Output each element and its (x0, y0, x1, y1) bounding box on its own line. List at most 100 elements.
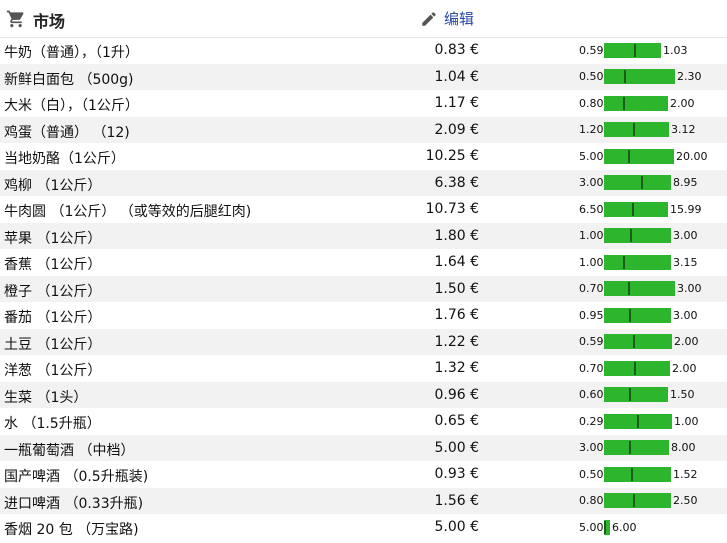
average-marker (624, 70, 626, 83)
edit-label: 编辑 (444, 10, 475, 28)
table-row: 橙子 （1公斤） 1.50 € 0.70 3.00 (0, 275, 727, 302)
range-max: 1.03 (663, 43, 688, 57)
table-row: 新鲜白面包 （500g) 1.04 € 0.50 2.30 (0, 63, 727, 90)
item-price: 10.25 € (425, 148, 479, 164)
range-max: 15.99 (670, 202, 702, 216)
range-bar (604, 334, 672, 349)
average-marker (634, 361, 636, 375)
item-price: 10.73 € (425, 201, 479, 217)
item-price: 1.64 € (434, 254, 479, 270)
average-marker (633, 335, 635, 348)
price-range: 1.00 3.00 (579, 223, 698, 249)
average-marker (628, 149, 630, 163)
item-name: 生菜 （1头） (4, 389, 88, 406)
price-range: 0.80 2.00 (579, 90, 695, 116)
range-min: 0.95 (579, 308, 604, 322)
item-price: 1.32 € (434, 360, 479, 376)
item-name: 香蕉 （1公斤） (4, 257, 102, 273)
table-row: 进口啤酒 （0.33升瓶) 1.56 € 0.80 2.50 (0, 487, 727, 514)
item-price: 0.96 € (434, 386, 479, 403)
range-max: 1.50 (670, 388, 695, 401)
item-price: 0.65 € (434, 413, 479, 429)
item-name: 进口啤酒 （0.33升瓶) (4, 495, 144, 512)
table-row: 洋葱 （1公斤） 1.32 € 0.70 2.00 (0, 355, 727, 382)
price-range: 0.59 1.03 (579, 37, 688, 63)
range-min: 5.00 (579, 149, 604, 163)
range-bar (604, 122, 669, 137)
table-row: 牛奶（普通），（1升） 0.83 € 0.59 1.03 (0, 37, 727, 64)
table-row: 国产啤酒 （0.5升瓶装) 0.93 € 0.50 1.52 (0, 461, 727, 488)
range-max: 1.52 (673, 467, 698, 481)
table-row: 当地奶酪（1公斤） 10.25 € 5.00 20.00 (0, 143, 727, 170)
item-name: 国产啤酒 （0.5升瓶装) (4, 469, 149, 485)
average-marker (628, 282, 630, 295)
range-min: 0.70 (579, 361, 604, 375)
item-name: 鸡蛋（普通） （12) (4, 124, 130, 141)
average-marker (629, 388, 631, 401)
table-row: 大米（白），（1公斤） 1.17 € 0.80 2.00 (0, 90, 727, 117)
item-name: 牛奶（普通），（1升） (4, 45, 139, 61)
item-price: 1.76 € (434, 307, 479, 323)
average-marker (623, 96, 625, 110)
item-name: 番茄 （1公斤） (4, 310, 102, 326)
range-bar (604, 228, 671, 243)
range-bar (604, 254, 671, 270)
price-list: 牛奶（普通），（1升） 0.83 € 0.59 1.03 新鲜白面包 （500g) 1.0… (0, 37, 727, 541)
range-max: 6.00 (612, 520, 637, 534)
range-max: 8.00 (671, 441, 696, 454)
range-bar (604, 440, 669, 455)
range-bar (604, 307, 671, 323)
range-max: 3.00 (673, 229, 698, 242)
table-row: 一瓶葡萄酒 （中档） 5.00 € 3.00 8.00 (0, 434, 727, 461)
range-max: 3.15 (673, 255, 698, 269)
range-min: 3.00 (579, 176, 604, 189)
range-min: 0.29 (579, 414, 604, 428)
table-row: 香烟 20 包 （万宝路) 5.00 € 5.00 6.00 (0, 514, 727, 541)
price-range: 1.00 3.15 (579, 249, 698, 275)
item-price: 1.22 € (434, 333, 479, 350)
price-range: 1.20 3.12 (579, 117, 696, 143)
range-max: 2.30 (677, 70, 702, 83)
average-marker (634, 43, 636, 57)
range-max: 2.50 (673, 494, 698, 507)
range-min: 5.00 (579, 520, 604, 534)
average-marker (623, 255, 625, 269)
price-range: 5.00 20.00 (579, 143, 708, 169)
table-row: 苹果 （1公斤） 1.80 € 1.00 3.00 (0, 222, 727, 249)
range-bar (604, 360, 670, 376)
table-row: 土豆 （1公斤） 1.22 € 0.59 2.00 (0, 328, 727, 355)
range-min: 0.59 (579, 335, 604, 348)
item-name: 水 （1.5升瓶） (4, 416, 101, 432)
item-name: 当地奶酪（1公斤） (4, 151, 125, 167)
range-bar (604, 519, 610, 535)
range-max: 2.00 (670, 96, 695, 110)
price-range: 0.70 3.00 (579, 276, 702, 302)
range-min: 0.50 (579, 70, 604, 83)
average-marker (629, 441, 631, 454)
item-price: 2.09 € (434, 121, 479, 138)
edit-button[interactable]: 编辑 (420, 8, 474, 29)
range-bar (604, 42, 661, 58)
range-bar (604, 387, 668, 402)
table-row: 牛肉圆 （1公斤） （或等效的后腿红肉) 10.73 € 6.50 15.99 (0, 196, 727, 223)
price-range: 5.00 6.00 (579, 514, 637, 540)
range-max: 2.00 (674, 335, 699, 348)
market-header: 市场 编辑 (0, 0, 727, 38)
range-bar (604, 148, 674, 164)
range-bar (604, 69, 675, 84)
item-name: 鸡柳 （1公斤） (4, 177, 102, 194)
average-marker (633, 123, 635, 136)
table-row: 鸡蛋（普通） （12) 2.09 € 1.20 3.12 (0, 116, 727, 143)
price-range: 0.60 1.50 (579, 382, 695, 408)
price-range: 0.29 1.00 (579, 408, 699, 434)
range-min: 1.00 (579, 229, 604, 242)
average-marker (630, 229, 632, 242)
item-price: 5.00 € (434, 519, 479, 535)
average-marker (641, 176, 643, 189)
range-min: 0.60 (579, 388, 604, 401)
item-name: 香烟 20 包 （万宝路) (4, 522, 139, 538)
price-range: 0.50 1.52 (579, 461, 698, 487)
range-bar (604, 175, 671, 190)
item-price: 6.38 € (434, 174, 479, 191)
average-marker (633, 494, 635, 507)
